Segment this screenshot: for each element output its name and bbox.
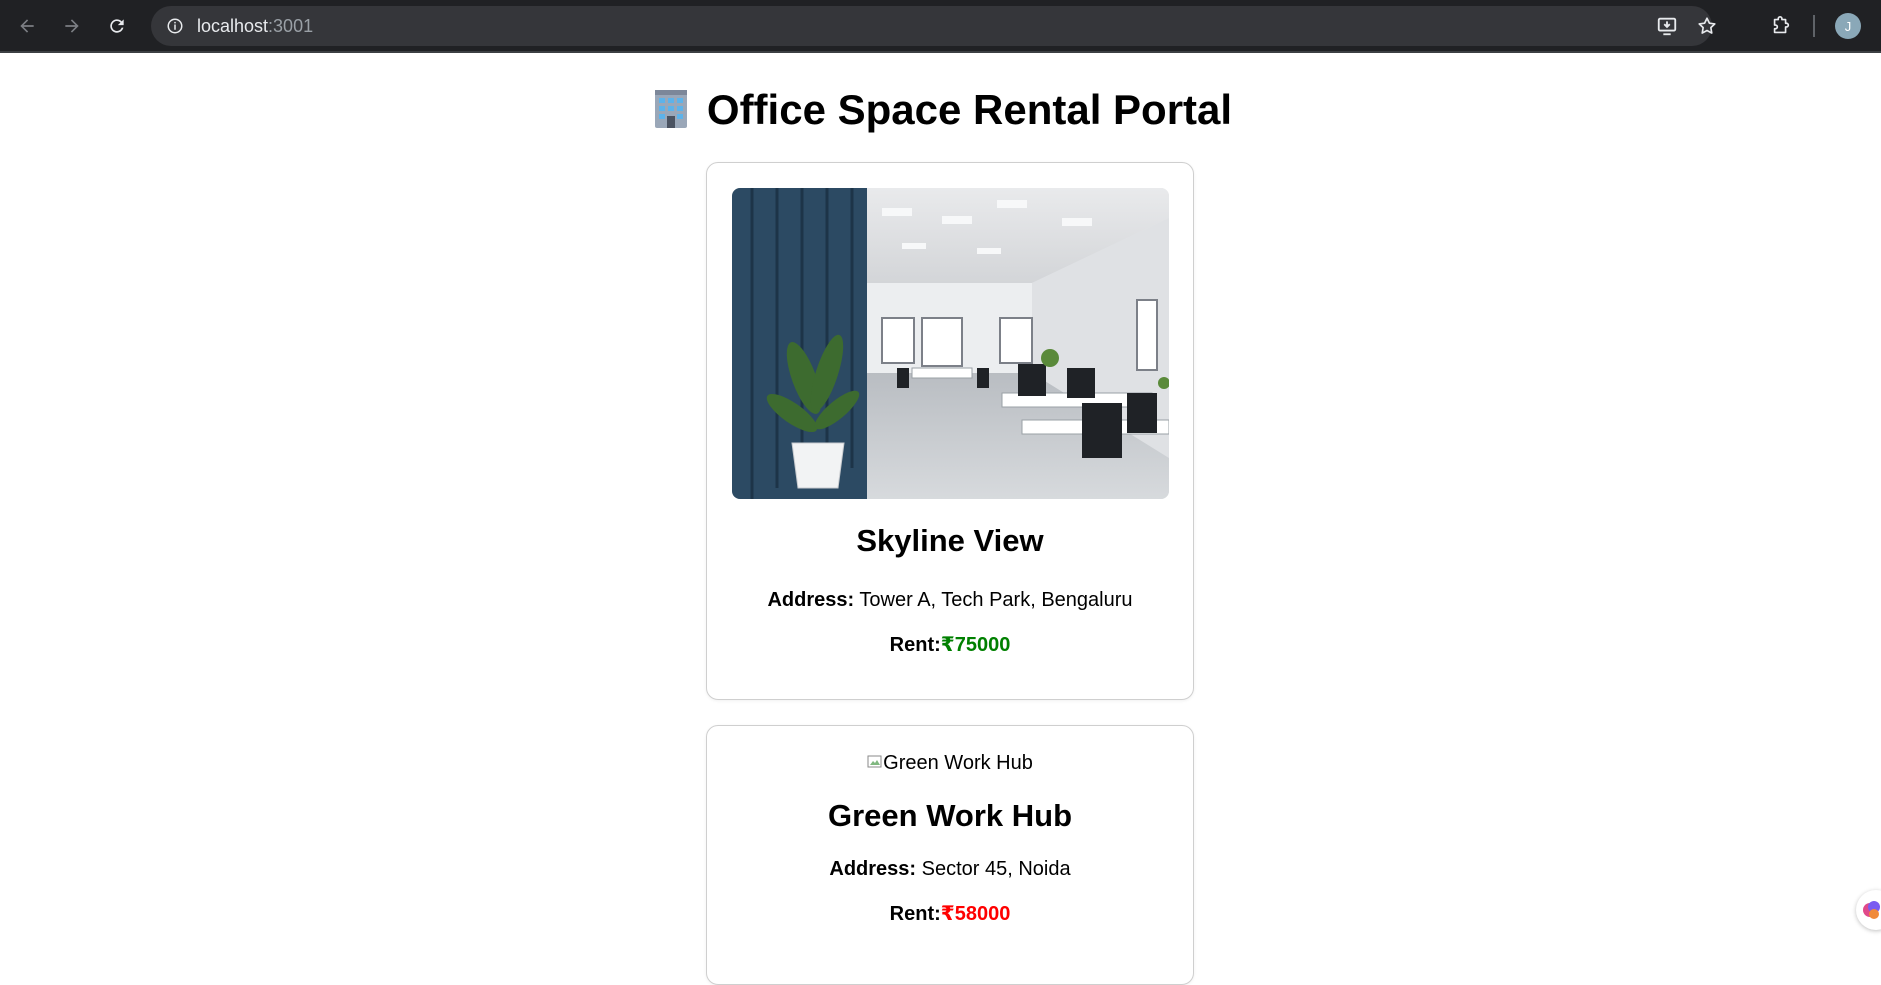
assistant-icon <box>1863 901 1880 919</box>
site-info-icon[interactable] <box>161 12 189 40</box>
office-card: Skyline View Address: Tower A, Tech Park… <box>706 162 1194 700</box>
url-port: :3001 <box>268 16 314 36</box>
rent-label: Rent: <box>889 634 941 656</box>
office-photo-broken: Green Work Hub <box>707 752 1193 775</box>
office-address: Address: Tower A, Tech Park, Bengaluru <box>707 589 1193 612</box>
office-photo <box>732 188 1169 499</box>
forward-button[interactable] <box>55 9 89 43</box>
back-button[interactable] <box>10 9 44 43</box>
office-rent: Rent:₹75000 <box>707 632 1193 657</box>
broken-image-icon <box>867 752 883 774</box>
reload-icon <box>110 19 124 33</box>
profile-avatar[interactable]: J <box>1835 13 1861 39</box>
floating-assistant-button[interactable] <box>1856 890 1881 930</box>
reload-button[interactable] <box>100 9 134 43</box>
toolbar-divider <box>1813 15 1815 37</box>
address-value: Tower A, Tech Park, Bengaluru <box>859 589 1133 611</box>
office-name: Green Work Hub <box>827 798 1073 833</box>
install-app-icon[interactable] <box>1653 12 1681 40</box>
back-arrow-icon <box>20 19 34 33</box>
extensions-puzzle-icon[interactable] <box>1765 10 1797 42</box>
forward-arrow-icon <box>65 19 79 33</box>
office-name: Skyline View <box>856 523 1044 558</box>
rent-value: ₹75000 <box>940 634 1011 656</box>
office-card: Green Work Hub Green Work Hub Address: S… <box>706 725 1194 985</box>
bookmark-star-icon[interactable] <box>1693 12 1721 40</box>
page-title: Office Space Rental Portal <box>0 84 1881 142</box>
address-bar[interactable]: localhost:3001 <box>151 6 1716 46</box>
office-address: Address: Sector 45, Noida <box>707 858 1193 881</box>
office-rent: Rent:₹58000 <box>707 901 1193 926</box>
url-host: localhost <box>197 16 269 36</box>
rent-label: Rent: <box>889 903 941 925</box>
address-label: Address: <box>767 589 855 611</box>
url-text[interactable]: localhost:3001 <box>197 6 313 46</box>
office-building-icon <box>649 86 693 142</box>
rent-value: ₹58000 <box>940 903 1011 925</box>
address-value: Sector 45, Noida <box>921 858 1071 880</box>
image-alt-text: Green Work Hub <box>883 752 1033 774</box>
browser-toolbar: localhost:3001 J <box>0 0 1881 53</box>
address-label: Address: <box>829 858 917 880</box>
page-title-text: Office Space Rental Portal <box>706 86 1233 133</box>
